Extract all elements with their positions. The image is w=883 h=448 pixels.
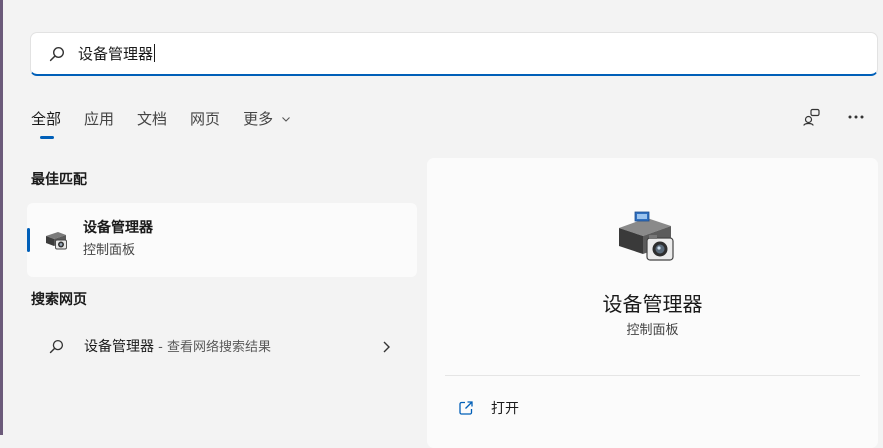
- more-options-button[interactable]: [845, 106, 867, 128]
- tab-all-label: 全部: [31, 110, 62, 128]
- best-match-title: 设备管理器: [83, 220, 153, 236]
- web-search-item[interactable]: 设备管理器 - 查看网络搜索结果: [27, 327, 417, 367]
- tab-documents[interactable]: 文档: [137, 108, 167, 132]
- tab-apps-label: 应用: [84, 110, 115, 128]
- web-search-heading: 搜索网页: [31, 292, 87, 308]
- web-search-text: 设备管理器 - 查看网络搜索结果: [84, 337, 271, 358]
- share-devices-icon: [803, 108, 820, 126]
- selection-indicator: [27, 228, 30, 252]
- best-match-subtitle: 控制面板: [83, 243, 136, 258]
- detail-subtitle: 控制面板: [626, 323, 679, 338]
- chevron-down-icon: [281, 117, 290, 122]
- open-action-label: 打开: [491, 401, 519, 417]
- tab-web-label: 网页: [190, 110, 221, 128]
- divider: [445, 375, 860, 376]
- search-query: 设备管理器: [78, 45, 154, 63]
- filter-tabs: 全部 应用 文档 网页 更多: [31, 108, 291, 139]
- search-icon: [49, 339, 64, 354]
- web-search-query: 设备管理器: [84, 339, 154, 355]
- detail-panel: 设备管理器 控制面板 打开: [427, 158, 878, 448]
- tab-active-indicator: [40, 136, 54, 139]
- open-action[interactable]: 打开: [445, 390, 860, 426]
- web-search-hint: - 查看网络搜索结果: [154, 340, 271, 355]
- window-left-edge: [0, 0, 3, 435]
- tab-all[interactable]: 全部: [31, 108, 62, 139]
- tab-more[interactable]: 更多: [243, 108, 291, 132]
- text-caret: [154, 44, 156, 62]
- tab-documents-label: 文档: [137, 110, 168, 128]
- chevron-right-icon[interactable]: [381, 340, 391, 354]
- search-icon: [49, 46, 65, 62]
- search-box[interactable]: 设备管理器: [30, 32, 878, 76]
- more-options-icon: [848, 115, 864, 119]
- tab-apps[interactable]: 应用: [84, 108, 114, 132]
- device-manager-icon: [46, 232, 67, 250]
- open-external-icon: [459, 401, 473, 415]
- toolbar-right: [801, 106, 867, 128]
- share-devices-button[interactable]: [801, 106, 823, 128]
- best-match-heading: 最佳匹配: [31, 172, 87, 188]
- search-input[interactable]: 设备管理器: [78, 44, 156, 64]
- tab-web[interactable]: 网页: [190, 108, 220, 132]
- device-manager-icon: [619, 211, 674, 261]
- best-match-item[interactable]: 设备管理器 控制面板: [27, 203, 417, 277]
- tab-more-label: 更多: [243, 110, 274, 128]
- detail-title: 设备管理器: [602, 292, 703, 316]
